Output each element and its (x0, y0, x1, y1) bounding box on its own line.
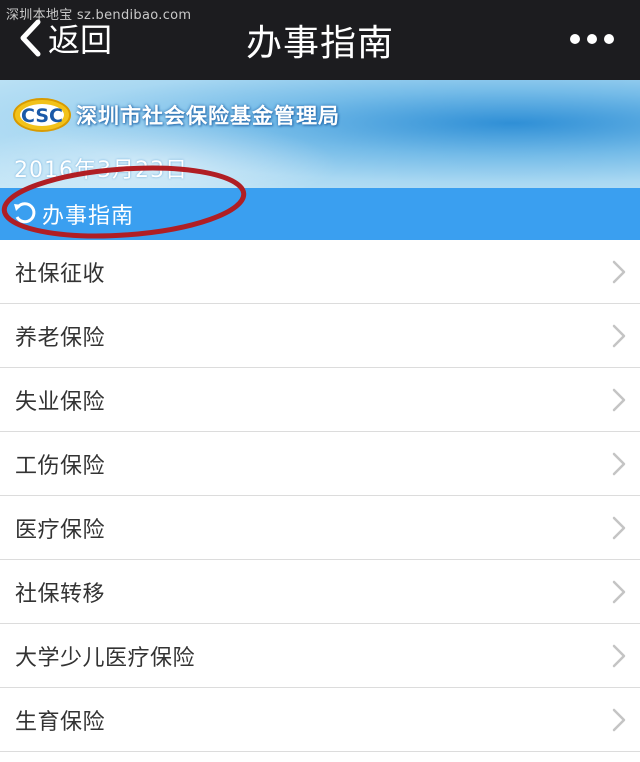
list-item[interactable]: 社保征收 (0, 240, 640, 304)
chevron-right-icon (612, 388, 626, 412)
logo-lettering: CSC (21, 105, 63, 127)
list-item-label: 养老保险 (15, 325, 106, 351)
ellipsis-icon (587, 34, 597, 44)
list-item[interactable]: 社保转移 (0, 560, 640, 624)
organization-name: 深圳市社会保险基金管理局 (76, 104, 340, 128)
header-banner: CSC 深圳市社会保险基金管理局 2016年3月23日 (0, 80, 640, 188)
list-item[interactable]: 大学少儿医疗保险 (0, 624, 640, 688)
list-item-label: 社保征收 (15, 261, 106, 287)
more-options-button[interactable] (570, 34, 614, 44)
list-item[interactable]: 生育保险 (0, 688, 640, 752)
list-item-label: 失业保险 (15, 389, 106, 415)
page-title: 办事指南 (245, 23, 394, 64)
list-item-label: 社保转移 (15, 581, 106, 607)
list-item-label: 医疗保险 (15, 517, 106, 543)
refresh-icon (14, 202, 36, 224)
list-item[interactable]: 工伤保险 (0, 432, 640, 496)
section-title: 办事指南 (42, 204, 135, 229)
chevron-right-icon (612, 516, 626, 540)
chevron-right-icon (612, 580, 626, 604)
guide-list: 社保征收 养老保险 失业保险 工伤保险 医疗保险 社保转移 大学少儿医疗保险 生… (0, 240, 640, 752)
navigation-bar: 深圳本地宝 sz.bendibao.com 返回 办事指南 (0, 0, 640, 80)
ellipsis-icon (604, 34, 614, 44)
list-item-label: 生育保险 (15, 709, 106, 735)
chevron-right-icon (612, 260, 626, 284)
list-item[interactable]: 失业保险 (0, 368, 640, 432)
list-item[interactable]: 养老保险 (0, 304, 640, 368)
banner-date: 2016年3月23日 (14, 158, 188, 183)
csc-logo-icon: CSC (13, 98, 71, 132)
chevron-right-icon (612, 644, 626, 668)
list-item-label: 工伤保险 (15, 453, 106, 479)
section-header: 办事指南 (0, 188, 640, 240)
chevron-right-icon (612, 452, 626, 476)
list-item-label: 大学少儿医疗保险 (15, 645, 196, 671)
chevron-right-icon (612, 708, 626, 732)
chevron-right-icon (612, 324, 626, 348)
ellipsis-icon (570, 34, 580, 44)
list-item[interactable]: 医疗保险 (0, 496, 640, 560)
